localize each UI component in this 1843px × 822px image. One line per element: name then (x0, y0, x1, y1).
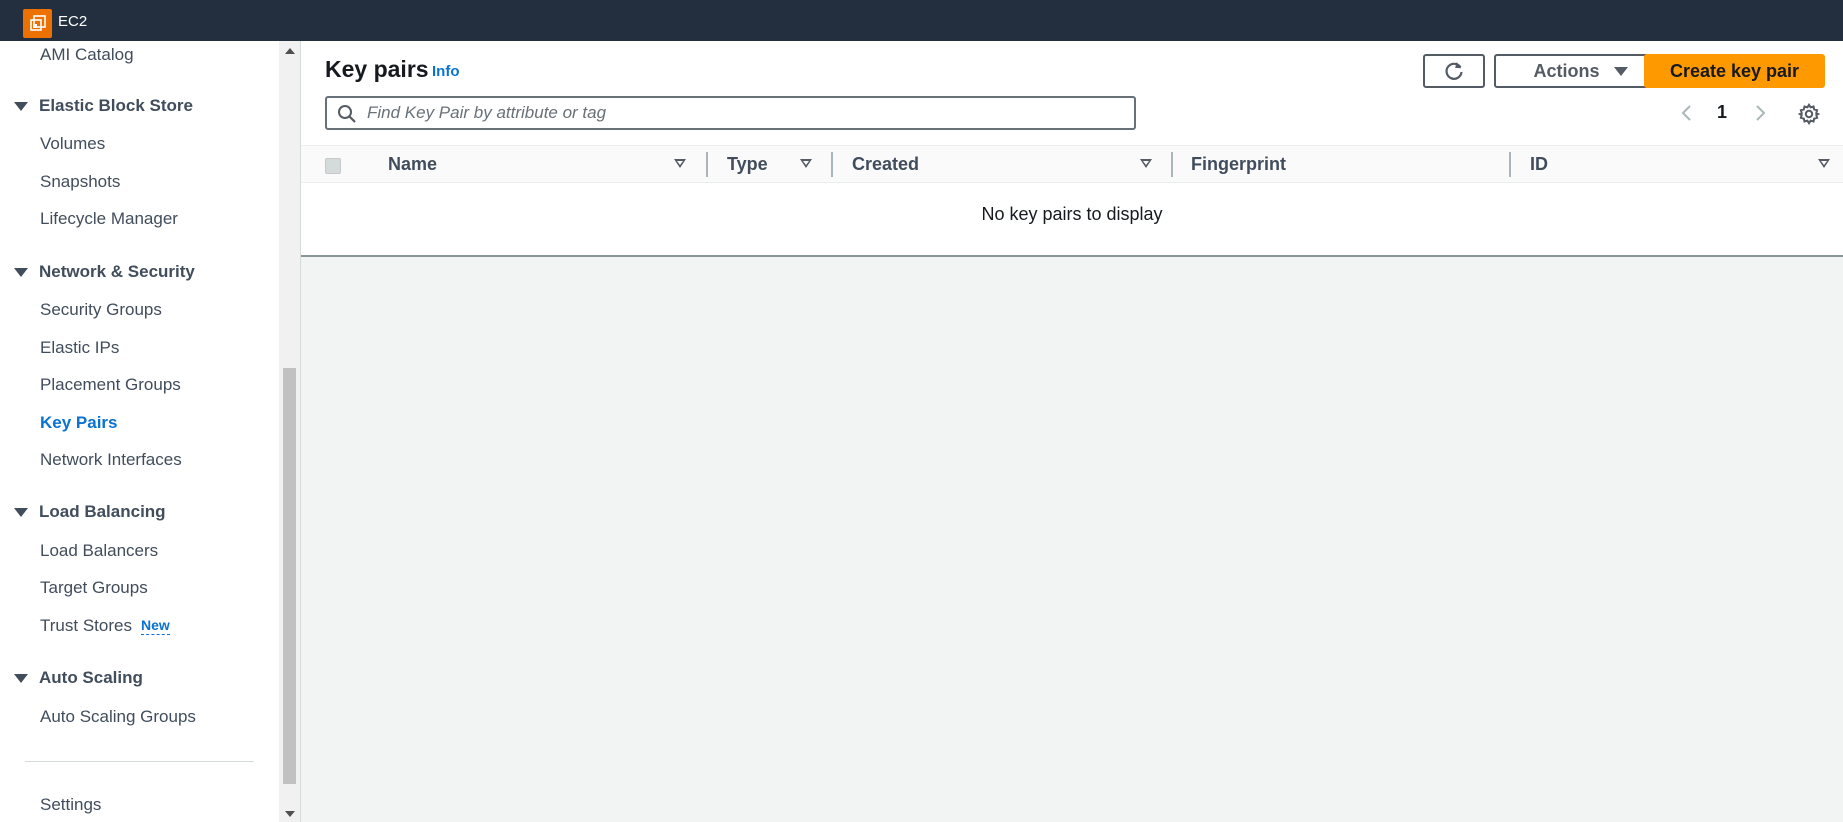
new-badge: New (140, 617, 170, 635)
sidebar-item-trust-stores[interactable]: Trust Stores New (40, 616, 170, 636)
actions-dropdown-button[interactable]: Actions (1494, 54, 1667, 88)
sidebar-item-auto-scaling-groups[interactable]: Auto Scaling Groups (40, 707, 196, 727)
current-page-number[interactable]: 1 (1717, 102, 1727, 123)
sidebar-item-security-groups[interactable]: Security Groups (40, 300, 162, 320)
info-link[interactable]: Info (432, 63, 460, 80)
sort-icon[interactable] (1818, 159, 1830, 168)
column-resizer[interactable] (1171, 152, 1173, 177)
actions-label: Actions (1533, 60, 1600, 81)
sort-icon[interactable] (674, 159, 686, 168)
caret-down-icon (14, 673, 28, 683)
sort-icon[interactable] (1140, 159, 1152, 168)
table-header: Name Type Created Fingerprint ID (301, 145, 1843, 183)
sidebar-item-volumes[interactable]: Volumes (40, 134, 105, 154)
caret-down-icon (14, 507, 28, 517)
sidebar-section-label: Network & Security (39, 262, 195, 281)
main-content: Key pairs Info Actions Create key pair 1 (301, 41, 1843, 822)
page-title: Key pairs (325, 56, 429, 82)
scroll-down-arrow-icon[interactable] (285, 811, 295, 817)
sidebar-section-label: Elastic Block Store (39, 96, 194, 115)
caret-down-icon (14, 267, 28, 277)
column-header-name[interactable]: Name (388, 154, 437, 175)
search-icon (338, 105, 356, 123)
sidebar-section-label: Auto Scaling (39, 668, 143, 687)
column-header-fingerprint[interactable]: Fingerprint (1191, 154, 1286, 175)
column-header-id[interactable]: ID (1530, 154, 1548, 175)
sort-icon[interactable] (800, 159, 812, 168)
gear-icon[interactable] (1798, 103, 1820, 125)
sidebar-divider (25, 761, 254, 762)
column-header-created[interactable]: Created (852, 154, 919, 175)
sidebar-item-network-interfaces[interactable]: Network Interfaces (40, 450, 182, 470)
sidebar-section-load-balancing[interactable]: Load Balancing (0, 502, 166, 522)
search-field[interactable] (325, 96, 1136, 130)
sidebar-scrollbar[interactable] (279, 41, 301, 822)
sidebar-item-settings[interactable]: Settings (40, 795, 101, 815)
sidebar-item-ami-catalog[interactable]: AMI Catalog (40, 45, 134, 65)
sidebar-item-key-pairs[interactable]: Key Pairs (40, 413, 118, 433)
chevron-right-icon[interactable] (1755, 104, 1767, 122)
create-key-pair-label: Create key pair (1669, 60, 1800, 81)
column-resizer[interactable] (1509, 152, 1511, 177)
empty-table-message: No key pairs to display (981, 204, 1163, 224)
top-navigation-bar: EC2 (0, 0, 1843, 41)
scrollbar-thumb[interactable] (283, 368, 296, 784)
ec2-service-icon[interactable] (23, 9, 52, 38)
scroll-up-arrow-icon[interactable] (285, 48, 295, 54)
caret-down-icon (14, 101, 28, 111)
create-key-pair-button[interactable]: Create key pair (1644, 54, 1825, 88)
sidebar-section-network-security[interactable]: Network & Security (0, 262, 195, 282)
sidebar-item-target-groups[interactable]: Target Groups (40, 578, 148, 598)
sidebar-item-snapshots[interactable]: Snapshots (40, 172, 120, 192)
sidebar-item-label: Trust Stores (40, 616, 132, 635)
sidebar-section-auto-scaling[interactable]: Auto Scaling (0, 668, 143, 688)
chevron-left-icon[interactable] (1680, 104, 1692, 122)
key-pairs-table-panel: Key pairs Info Actions Create key pair 1 (301, 41, 1843, 257)
column-resizer[interactable] (706, 152, 708, 177)
sidebar: AMI Catalog Elastic Block Store Volumes … (0, 41, 280, 822)
column-resizer[interactable] (831, 152, 833, 177)
sidebar-section-elastic-block-store[interactable]: Elastic Block Store (0, 96, 193, 116)
sidebar-item-placement-groups[interactable]: Placement Groups (40, 375, 181, 395)
search-input[interactable] (367, 98, 1127, 128)
column-header-type[interactable]: Type (727, 154, 768, 175)
sidebar-item-lifecycle-manager[interactable]: Lifecycle Manager (40, 209, 178, 229)
sidebar-item-elastic-ips[interactable]: Elastic IPs (40, 338, 119, 358)
select-all-checkbox[interactable] (325, 158, 341, 174)
sidebar-section-label: Load Balancing (39, 502, 166, 521)
caret-down-icon (1613, 66, 1628, 76)
refresh-button[interactable] (1423, 54, 1485, 88)
refresh-icon (1445, 61, 1463, 80)
sidebar-item-load-balancers[interactable]: Load Balancers (40, 541, 158, 561)
service-title[interactable]: EC2 (58, 13, 87, 30)
